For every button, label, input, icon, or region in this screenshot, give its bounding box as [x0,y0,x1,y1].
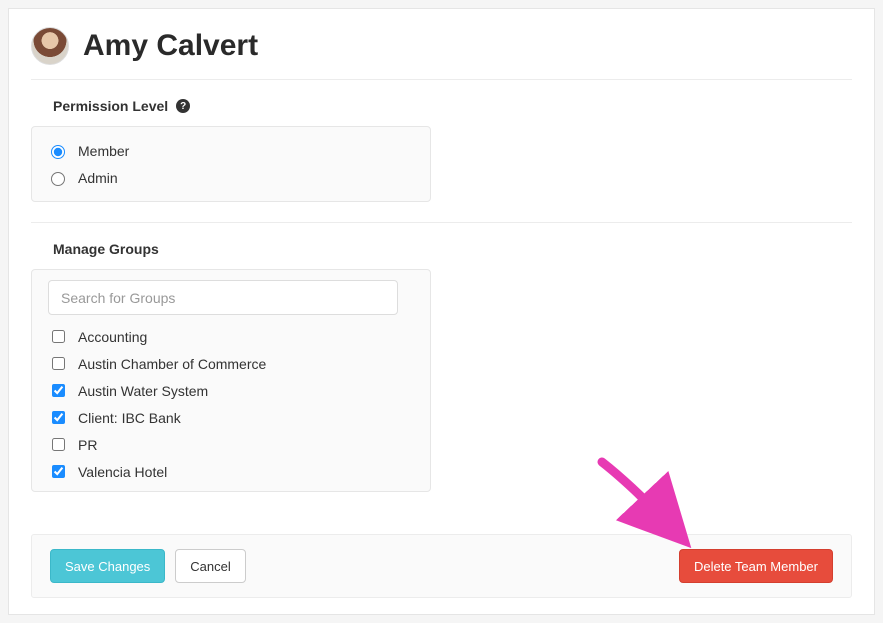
group-label: Austin Water System [78,383,208,399]
group-label: Client: IBC Bank [78,410,181,426]
permission-option-admin[interactable]: Admin [46,164,416,191]
group-item[interactable]: Austin Water System [48,377,418,404]
permission-label: Permission Level [53,98,168,114]
group-item[interactable]: Austin Chamber of Commerce [48,350,418,377]
group-item[interactable]: Accounting [48,323,418,350]
group-checkbox[interactable] [52,357,65,370]
group-checkbox[interactable] [52,330,65,343]
permission-radio-member[interactable] [51,145,65,159]
group-item[interactable]: Client: IBC Bank [48,404,418,431]
footer-bar: Save Changes Cancel Delete Team Member [31,534,852,598]
help-icon[interactable]: ? [176,99,190,113]
page-title: Amy Calvert [83,29,258,63]
header: Amy Calvert [31,27,852,80]
group-label: Valencia Hotel [78,464,167,480]
group-checkbox[interactable] [52,438,65,451]
group-item[interactable]: PR [48,431,418,458]
groups-section: Manage Groups Accounting Austin Chamber o… [31,223,852,492]
group-checkbox[interactable] [52,465,65,478]
groups-label: Manage Groups [53,241,159,257]
groups-search-input[interactable] [48,280,398,315]
permission-radio-admin[interactable] [51,172,65,186]
save-button[interactable]: Save Changes [50,549,165,583]
group-label: PR [78,437,97,453]
footer-left: Save Changes Cancel [50,549,246,583]
groups-panel: Accounting Austin Chamber of Commerce Aust… [31,269,431,492]
group-checkbox[interactable] [52,384,65,397]
permission-option-label: Member [78,143,129,159]
group-label: Accounting [78,329,147,345]
group-checkbox[interactable] [52,411,65,424]
delete-team-member-button[interactable]: Delete Team Member [679,549,833,583]
permission-option-member[interactable]: Member [46,137,416,164]
groups-label-row: Manage Groups [53,241,852,257]
permission-label-row: Permission Level ? [53,98,852,114]
group-item[interactable]: Valencia Hotel [48,458,418,485]
permission-section: Permission Level ? Member Admin [31,80,852,223]
avatar [31,27,69,65]
user-settings-card: Amy Calvert Permission Level ? Member Adm… [8,8,875,615]
group-label: Web Dev [78,491,135,492]
cancel-button[interactable]: Cancel [175,549,245,583]
permission-panel: Member Admin [31,126,431,202]
permission-option-label: Admin [78,170,118,186]
group-label: Austin Chamber of Commerce [78,356,266,372]
group-item[interactable]: Web Dev [48,485,418,491]
groups-scroll[interactable]: Accounting Austin Chamber of Commerce Aust… [48,280,424,491]
